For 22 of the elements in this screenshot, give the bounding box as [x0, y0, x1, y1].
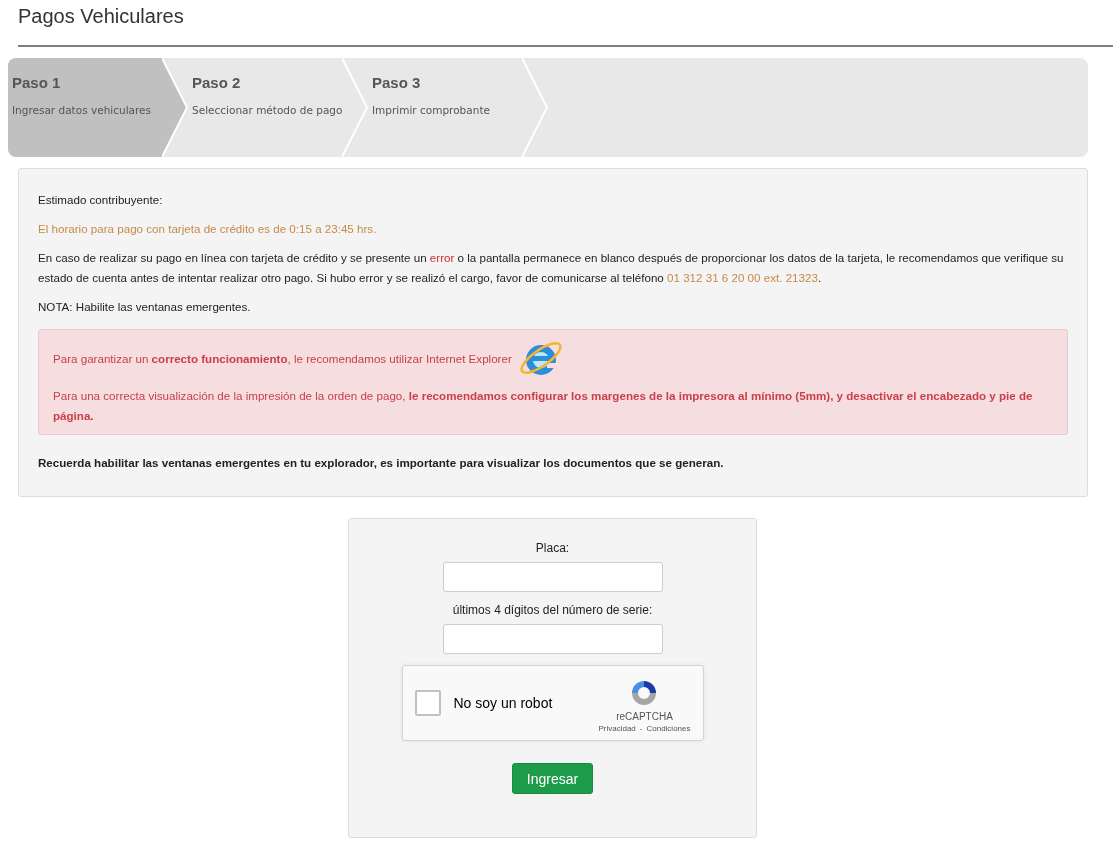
captcha-checkbox[interactable] [414, 690, 441, 716]
submit-button[interactable]: Ingresar [512, 763, 593, 794]
captcha-label: No soy un robot [453, 695, 554, 711]
captcha-link[interactable]: Condiciones [646, 724, 691, 733]
note-text: NOTA: Habilite las ventanas emergentes. [38, 299, 252, 315]
reminder-text: Recuerda habilitar las ventanas emergentes en tu explorador, es importante para visualizar los documentos que se generan. [38, 455, 725, 471]
field-label: Placa: [535, 540, 570, 557]
schedule-text: El horario para pago con tarjeta de crédito es de 0:15 a 23:45 hrs. [38, 221, 378, 237]
alert-text: Para una correcta visualización de la impresión de la orden de pago, le recomendamos configurar los margenes de la impresora al mínimo (5mm), y desactivar el encabezado y pie de página. [53, 388, 1034, 424]
step-tab[interactable]: Paso 3 Imprimir comprobante [368, 58, 548, 157]
step-tab[interactable]: Paso 1 Ingresar datos vehiculares [8, 58, 188, 157]
input-field[interactable] [442, 562, 663, 592]
captcha-brand: reCAPTCHA [616, 711, 673, 722]
notice-paragraph: En caso de realizar su pago en línea con tarjeta de crédito y se presente un error o la pantalla permanece en blanco después de proporcionar los datos de la tarjeta, le recomendamos que verifique su estado de cuenta antes de intentar realizar otro pago. Si hubo error y se realizó el cargo, favor de comunicarse al teléfono 01 312 31 6 20 00 ext. 21323. [38, 250, 1065, 286]
alert-text: Para garantizar un correcto funcionamiento, le recomendamos utilizar Internet Explorer [53, 351, 512, 367]
link-separator: - [639, 724, 643, 733]
input-field[interactable] [442, 624, 663, 654]
field-label: últimos 4 dígitos del número de serie: [452, 602, 653, 619]
captcha-link[interactable]: Privacidad [598, 724, 636, 733]
step-tab[interactable]: Paso 2 Seleccionar método de pago [188, 58, 368, 157]
page-title: Pagos Vehiculares [17, 4, 185, 29]
greeting-text: Estimado contribuyente: [38, 192, 164, 208]
